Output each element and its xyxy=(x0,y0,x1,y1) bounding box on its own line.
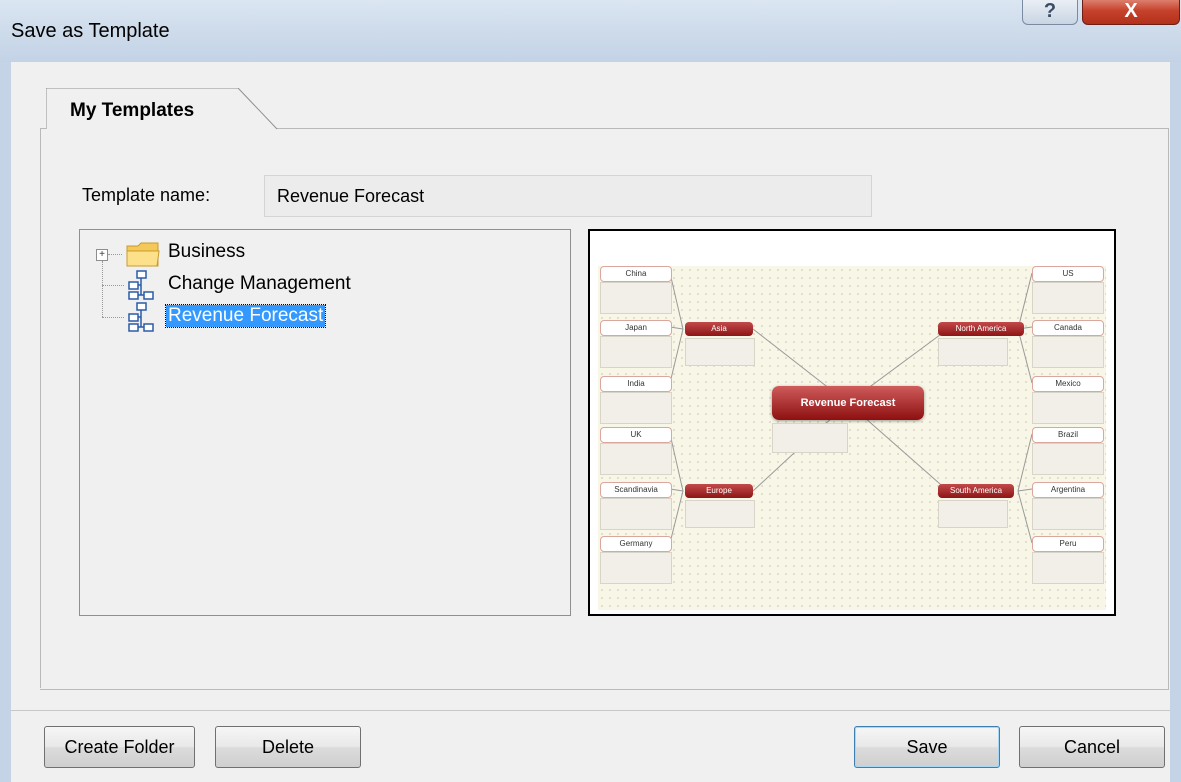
help-icon: ? xyxy=(1043,0,1057,22)
cancel-button[interactable]: Cancel xyxy=(1019,726,1165,768)
window-title: Save as Template xyxy=(11,20,170,42)
mindmap-leaf: China xyxy=(600,266,672,282)
mindmap-leaf: Scandinavia xyxy=(600,482,672,498)
mindmap-leaf-details xyxy=(600,282,672,314)
window-frame-right xyxy=(1170,62,1181,782)
tree-connector xyxy=(102,261,103,317)
tree-connector xyxy=(102,317,124,318)
mindmap-node-europe: Europe xyxy=(685,484,753,498)
template-name-input[interactable] xyxy=(264,175,872,217)
mindmap-leaf-details xyxy=(600,392,672,424)
mindmap-node-details xyxy=(938,338,1008,366)
mindmap-leaf-details xyxy=(600,552,672,584)
mindmap-node-details xyxy=(685,500,755,528)
title-bar: Save as Template ? X xyxy=(0,0,1181,62)
tree-item-revenue-forecast[interactable]: Revenue Forecast xyxy=(164,304,327,328)
save-button[interactable]: Save xyxy=(854,726,1000,768)
mindmap-leaf: Mexico xyxy=(1032,376,1104,392)
mindmap-leaf-details xyxy=(1032,443,1104,475)
mindmap-leaf-details xyxy=(1032,552,1104,584)
delete-button[interactable]: Delete xyxy=(215,726,361,768)
mindmap-leaf: Japan xyxy=(600,320,672,336)
mindmap-leaf: Germany xyxy=(600,536,672,552)
mindmap-node-details xyxy=(938,500,1008,528)
mindmap-node-south-america: South America xyxy=(938,484,1014,498)
mindmap-leaf-details xyxy=(1032,392,1104,424)
mindmap-leaf: Canada xyxy=(1032,320,1104,336)
button-bar-divider xyxy=(11,710,1170,711)
mindmap-node-details xyxy=(685,338,755,366)
close-icon: X xyxy=(1124,0,1138,22)
tab-my-templates-label: My Templates xyxy=(70,100,195,121)
mindmap-leaf-details xyxy=(1032,336,1104,368)
mindmap-leaf: India xyxy=(600,376,672,392)
help-button[interactable]: ? xyxy=(1022,0,1078,25)
window-frame-left xyxy=(0,62,11,782)
tree-item-change-management[interactable]: Change Management xyxy=(168,273,351,295)
template-preview: Revenue Forecast Asia Europe North Ameri… xyxy=(588,229,1116,616)
create-folder-button[interactable]: Create Folder xyxy=(44,726,195,768)
mindmap-leaf-details xyxy=(1032,498,1104,530)
preview-mindmap: Revenue Forecast Asia Europe North Ameri… xyxy=(598,266,1106,610)
template-tree[interactable]: + Business Change Management Revenue For… xyxy=(79,229,571,616)
mindmap-template-icon xyxy=(128,302,154,332)
tree-connector xyxy=(108,254,122,255)
mindmap-leaf-details xyxy=(600,498,672,530)
tree-item-business[interactable]: Business xyxy=(168,241,245,263)
mindmap-leaf-details xyxy=(1032,282,1104,314)
mindmap-node-asia: Asia xyxy=(685,322,753,336)
mindmap-connectors xyxy=(669,272,1033,544)
mindmap-leaf: Peru xyxy=(1032,536,1104,552)
template-name-label: Template name: xyxy=(82,185,211,205)
tab-panel-border xyxy=(40,128,41,688)
mindmap-center-node: Revenue Forecast xyxy=(772,386,924,420)
mindmap-template-icon xyxy=(128,270,154,300)
folder-icon xyxy=(126,242,160,267)
mindmap-leaf-details xyxy=(600,443,672,475)
mindmap-leaf: UK xyxy=(600,427,672,443)
mindmap-center-details xyxy=(772,423,848,453)
mindmap-leaf: US xyxy=(1032,266,1104,282)
tree-connector xyxy=(102,285,124,286)
close-button[interactable]: X xyxy=(1082,0,1180,25)
mindmap-node-north-america: North America xyxy=(938,322,1024,336)
expand-icon[interactable]: + xyxy=(96,249,108,261)
mindmap-leaf: Argentina xyxy=(1032,482,1104,498)
mindmap-leaf: Brazil xyxy=(1032,427,1104,443)
mindmap-leaf-details xyxy=(600,336,672,368)
